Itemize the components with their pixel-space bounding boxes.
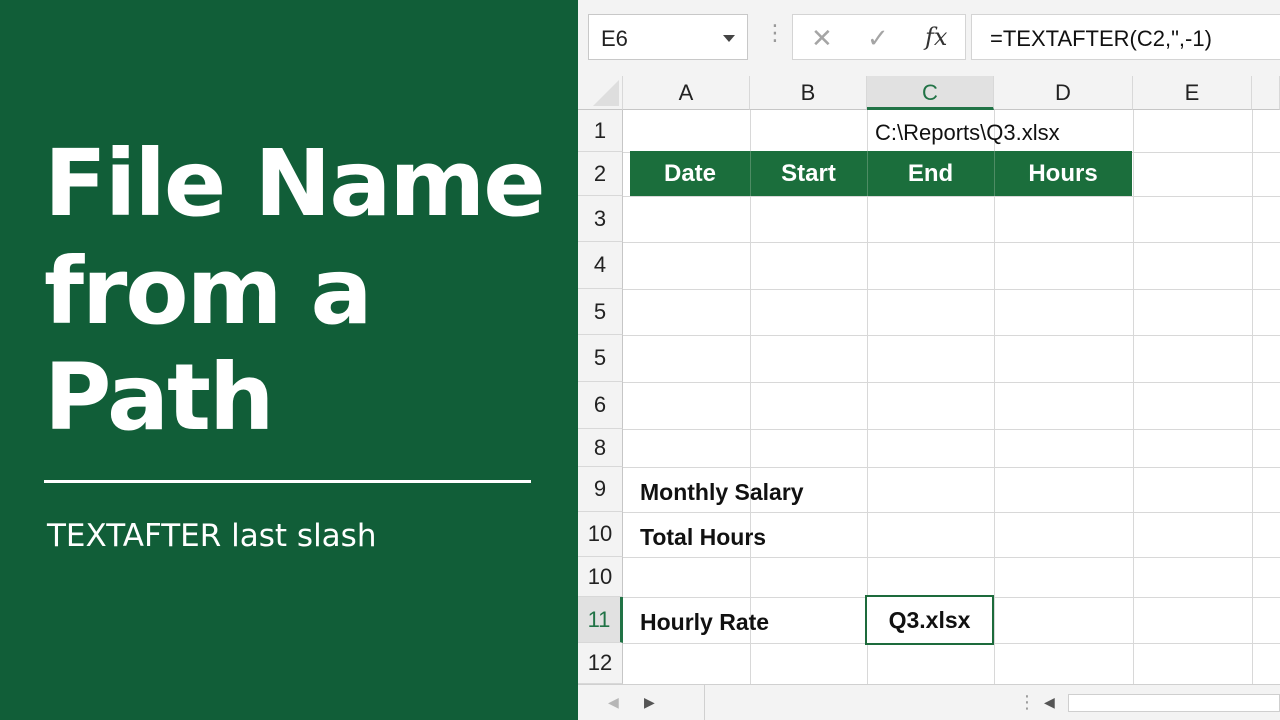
horizontal-scrollbar[interactable] [1068,694,1280,712]
gridline [623,467,1280,468]
formula-input[interactable]: =TEXTAFTER(C2,",-1) [971,14,1280,60]
select-all-corner[interactable] [578,76,623,110]
cancel-icon[interactable]: ✕ [811,23,833,54]
spreadsheet-window: E6 ⋮ ✕ ✓ fx =TEXTAFTER(C2,",-1) A B C D … [578,0,1280,720]
row-header-3[interactable]: 3 [578,196,623,242]
label-hourly-rate[interactable]: Hourly Rate [640,609,769,636]
gridline [623,196,1280,197]
row-header-10[interactable]: 10 [578,512,623,557]
title-divider [44,480,531,483]
formula-bar: E6 ⋮ ✕ ✓ fx =TEXTAFTER(C2,",-1) [578,0,1280,76]
row-header-1[interactable]: 1 [578,110,623,152]
row-header-9[interactable]: 9 [578,467,623,512]
chevron-down-icon[interactable] [723,35,735,42]
column-header-f[interactable] [1252,76,1280,110]
gridline [1133,110,1134,684]
sheet-tab-bar: ◀ ▶ ⋮ ◀ [578,684,1280,720]
column-header-c[interactable]: C [867,76,994,110]
gridline [623,289,1280,290]
gridline [623,382,1280,383]
worksheet-grid[interactable]: A B C D E 1 2 3 4 5 5 6 8 9 10 10 11 12 [578,76,1280,684]
title-line-1: File Name [44,130,546,237]
title-line-2: from a [44,238,373,345]
formula-buttons: ✕ ✓ fx [792,14,966,60]
label-total-hours[interactable]: Total Hours [640,524,766,551]
formula-text: =TEXTAFTER(C2,",-1) [990,26,1212,51]
column-header-a[interactable]: A [623,76,750,110]
table-header-end[interactable]: End [867,151,994,196]
gridline [623,242,1280,243]
column-header-d[interactable]: D [994,76,1133,110]
gridline [623,557,1280,558]
row-header-11[interactable]: 11 [578,597,623,643]
table-header-date[interactable]: Date [630,151,750,196]
drag-handle-icon[interactable]: ⋮ [764,22,786,44]
title-panel: File Name from a Path TEXTAFTER last sla… [0,0,578,720]
gridline [750,110,751,684]
insert-function-icon[interactable]: fx [925,23,947,51]
column-header-e[interactable]: E [1133,76,1252,110]
name-box[interactable]: E6 [588,14,748,60]
label-monthly-salary[interactable]: Monthly Salary [640,479,804,506]
gridline [623,429,1280,430]
select-all-icon [593,80,619,106]
drag-handle-icon[interactable]: ⋮ [1018,692,1036,713]
row-header-6[interactable]: 6 [578,382,623,429]
cell-c1-path[interactable]: C:\Reports\Q3.xlsx [875,120,1060,146]
gridline [1252,110,1253,684]
scroll-left-icon[interactable]: ◀ [608,694,619,711]
gridline [623,335,1280,336]
column-header-b[interactable]: B [750,76,867,110]
name-box-value: E6 [601,26,628,51]
gridline [994,110,995,684]
table-header-hours[interactable]: Hours [994,151,1132,196]
hscroll-left-icon[interactable]: ◀ [1044,694,1055,711]
table-header-start[interactable]: Start [750,151,867,196]
row-header-10b[interactable]: 10 [578,557,623,597]
row-header-12[interactable]: 12 [578,643,623,684]
row-header-5[interactable]: 5 [578,289,623,335]
title-line-3: Path [44,344,275,451]
bar-divider [704,685,705,720]
row-header-4[interactable]: 4 [578,242,623,289]
check-icon[interactable]: ✓ [867,23,889,54]
gridline [623,512,1280,513]
subtitle: TEXTAFTER last slash [47,518,377,554]
row-header-5b[interactable]: 5 [578,335,623,382]
result-cell[interactable]: Q3.xlsx [865,595,994,645]
row-header-8[interactable]: 8 [578,429,623,467]
row-header-2[interactable]: 2 [578,152,623,196]
scroll-right-icon[interactable]: ▶ [644,694,655,711]
